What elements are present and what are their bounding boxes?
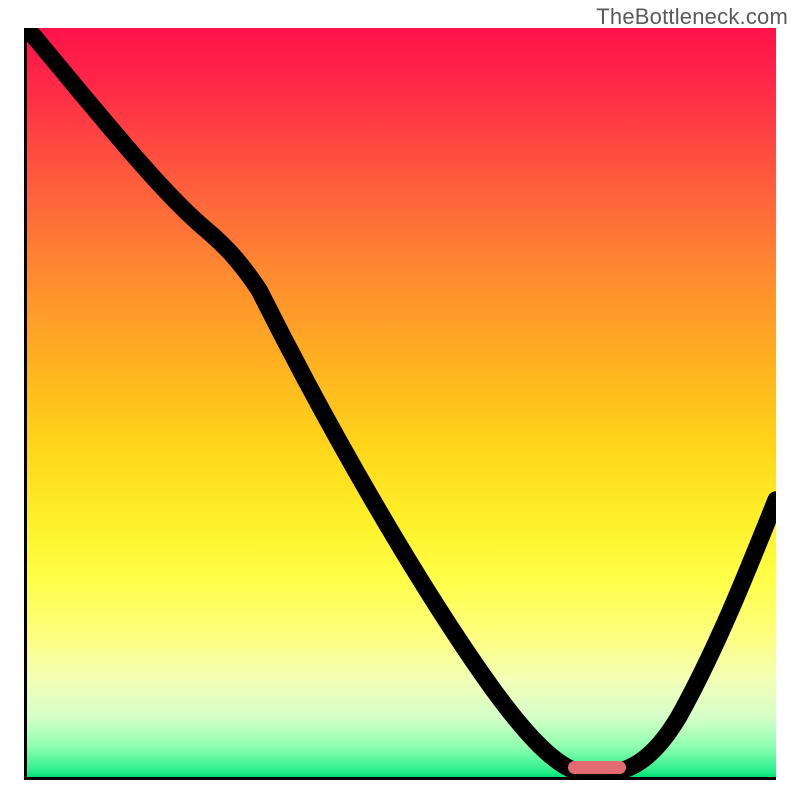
chart-container: TheBottleneck.com — [0, 0, 800, 800]
bottleneck-curve — [27, 28, 776, 777]
curve-path — [27, 28, 776, 772]
plot-area — [24, 28, 776, 780]
watermark-text: TheBottleneck.com — [596, 4, 788, 30]
optimal-zone-marker — [568, 761, 626, 774]
